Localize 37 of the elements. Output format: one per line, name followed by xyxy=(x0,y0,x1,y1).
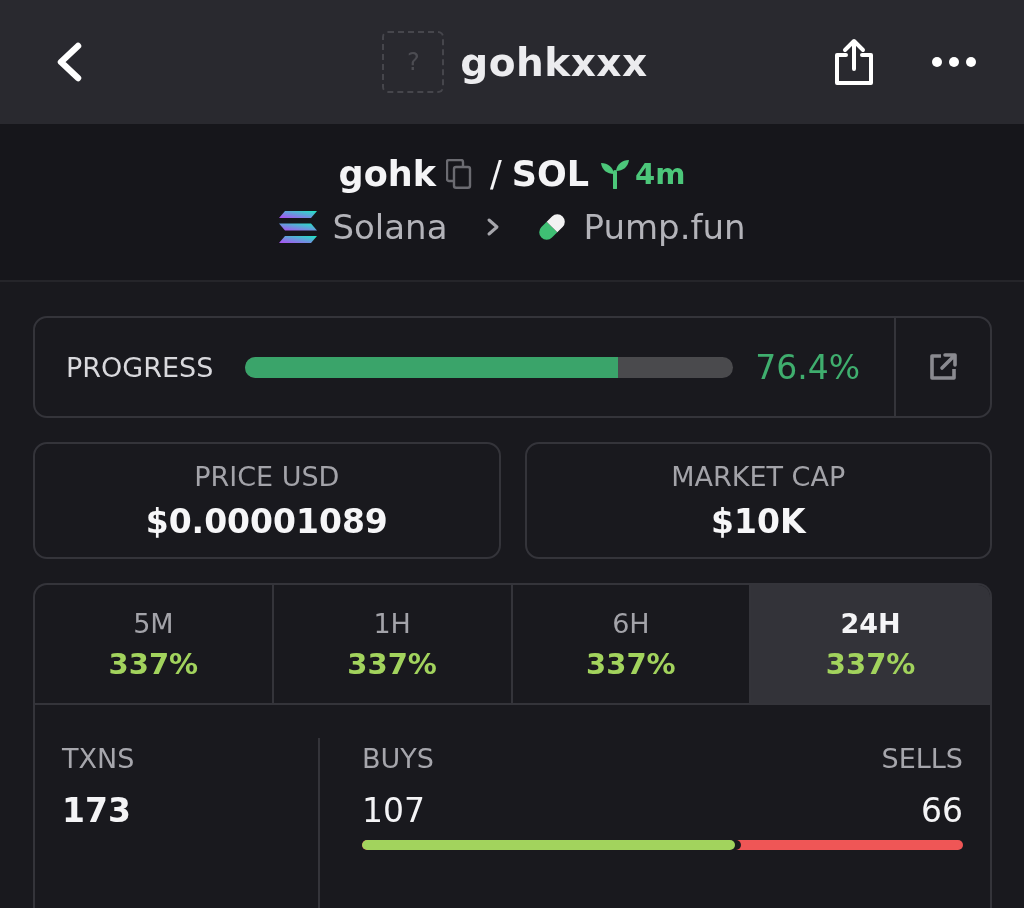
timeframe-tab[interactable]: 5M 337% xyxy=(35,585,274,703)
percent-change: 337% xyxy=(586,646,676,681)
platform-name: Pump.fun xyxy=(583,206,746,248)
stat-label: PRICE USD xyxy=(194,460,340,492)
sells-label: SELLS xyxy=(881,742,963,776)
timeframe-tab[interactable]: 1H 337% xyxy=(273,585,513,703)
base-symbol: gohk xyxy=(338,152,436,195)
external-link-icon xyxy=(927,351,959,383)
sprout-icon xyxy=(598,158,631,189)
more-icon xyxy=(932,57,976,67)
buys-value: 107 xyxy=(362,791,425,831)
sells-value: 66 xyxy=(921,791,963,831)
chain-logo-icon xyxy=(278,210,319,244)
stat-value: $0.00001089 xyxy=(145,501,388,541)
share-button[interactable] xyxy=(832,38,876,86)
progress-percent: 76.4% xyxy=(755,347,860,387)
stat-label: MARKET CAP xyxy=(671,460,846,492)
percent-change: 337% xyxy=(347,646,437,681)
pair-separator: / xyxy=(489,152,502,195)
stat-value: $10K xyxy=(711,501,806,541)
question-mark: ? xyxy=(406,50,420,74)
percent-change: 337% xyxy=(108,646,199,681)
copy-button[interactable] xyxy=(445,158,472,189)
txns-value: 173 xyxy=(62,791,132,831)
share-icon xyxy=(832,38,876,86)
chevron-right-icon xyxy=(485,217,500,237)
txns-label: TXNS xyxy=(62,742,136,776)
timeframe-tab[interactable]: 24H 337% xyxy=(751,585,990,703)
pair-age: 4m xyxy=(634,156,686,191)
more-button[interactable] xyxy=(932,57,976,67)
percent-change: 337% xyxy=(825,646,916,681)
copy-icon xyxy=(445,158,472,189)
buys-label: BUYS xyxy=(362,742,434,776)
token-title: gohkxxx xyxy=(460,39,648,85)
chain-name: Solana xyxy=(332,206,448,248)
progress-label: PROGRESS xyxy=(66,351,214,383)
quote-symbol: SOL xyxy=(511,152,589,195)
